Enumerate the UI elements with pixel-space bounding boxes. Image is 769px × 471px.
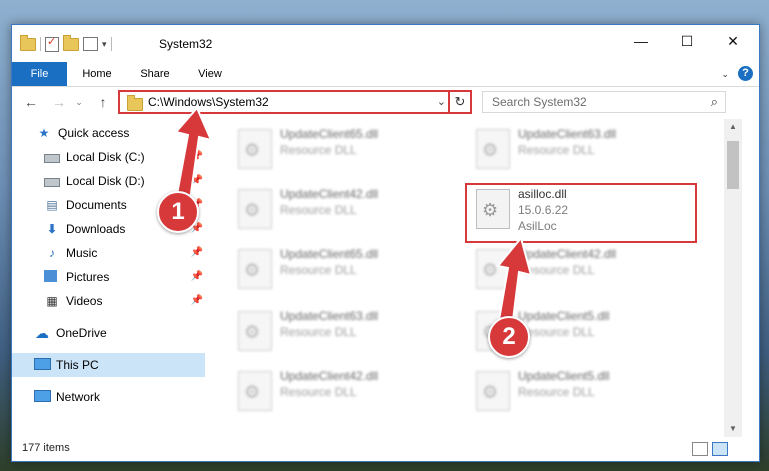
step-2-badge: 2	[488, 316, 530, 358]
arrow-to-address-bar	[174, 106, 213, 201]
annotation-arrows	[174, 106, 533, 330]
arrow-to-asilloc-file	[496, 235, 533, 330]
step-1-badge: 1	[157, 191, 199, 233]
